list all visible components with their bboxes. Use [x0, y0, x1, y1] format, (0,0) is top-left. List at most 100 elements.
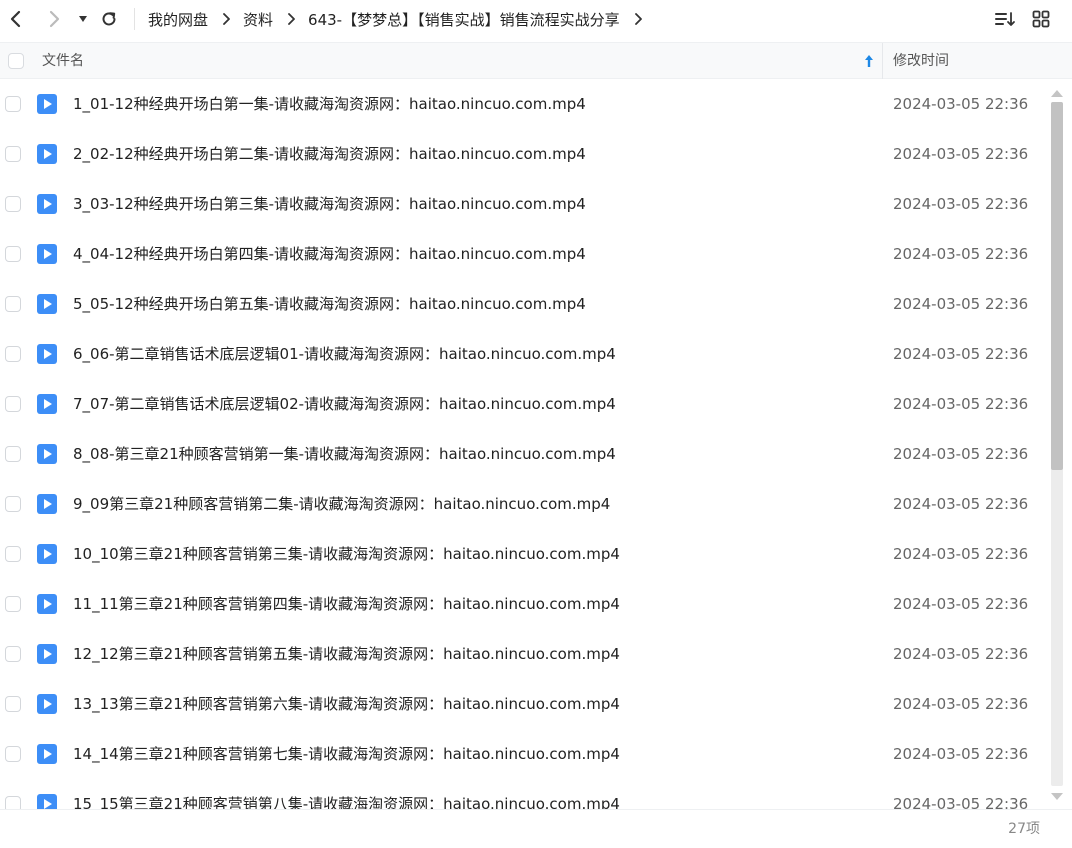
forward-button[interactable] [41, 6, 67, 32]
video-file-icon [37, 644, 57, 664]
chevron-right-icon [222, 13, 231, 25]
grid-view-button[interactable] [1028, 6, 1054, 32]
file-modified-time: 2024-03-05 22:36 [893, 145, 1029, 163]
file-name[interactable]: 14_14第三章21种顾客营销第七集-请收藏海淘资源网：haitao.nincu… [73, 729, 620, 779]
file-row[interactable]: 11_11第三章21种顾客营销第四集-请收藏海淘资源网：haitao.nincu… [0, 579, 1048, 629]
file-modified-time: 2024-03-05 22:36 [893, 795, 1029, 809]
row-checkbox[interactable] [5, 196, 21, 212]
back-button[interactable] [3, 6, 29, 32]
file-name[interactable]: 9_09第三章21种顾客营销第二集-请收藏海淘资源网：haitao.nincuo… [73, 479, 610, 529]
chevron-right-icon [634, 13, 643, 25]
file-name[interactable]: 5_05-12种经典开场白第五集-请收藏海淘资源网：haitao.nincuo.… [73, 279, 586, 329]
file-row[interactable]: 14_14第三章21种顾客营销第七集-请收藏海淘资源网：haitao.nincu… [0, 729, 1048, 779]
file-modified-time: 2024-03-05 22:36 [893, 345, 1029, 363]
video-file-icon [37, 744, 57, 764]
file-modified-time: 2024-03-05 22:36 [893, 245, 1029, 263]
row-checkbox[interactable] [5, 746, 21, 762]
file-name[interactable]: 15_15第三章21种顾客营销第八集-请收藏海淘资源网：haitao.nincu… [73, 779, 620, 809]
item-count: 27项 [1008, 821, 1040, 837]
row-checkbox[interactable] [5, 546, 21, 562]
file-modified-time: 2024-03-05 22:36 [893, 645, 1029, 663]
file-modified-time: 2024-03-05 22:36 [893, 695, 1029, 713]
row-checkbox[interactable] [5, 446, 21, 462]
video-file-icon [37, 444, 57, 464]
video-file-icon [37, 794, 57, 809]
top-navigation-bar: 我的网盘 资料 643-【梦梦总】【销售实战】销售流程实战分享 [0, 0, 1072, 38]
column-header-filename[interactable]: 文件名 [42, 43, 84, 79]
row-checkbox[interactable] [5, 396, 21, 412]
file-row[interactable]: 15_15第三章21种顾客营销第八集-请收藏海淘资源网：haitao.nincu… [0, 779, 1048, 809]
row-checkbox[interactable] [5, 346, 21, 362]
video-file-icon [37, 594, 57, 614]
sort-button[interactable] [992, 6, 1018, 32]
scroll-down-arrow-icon[interactable] [1049, 790, 1065, 804]
file-name[interactable]: 2_02-12种经典开场白第二集-请收藏海淘资源网：haitao.nincuo.… [73, 129, 586, 179]
file-modified-time: 2024-03-05 22:36 [893, 395, 1029, 413]
row-checkbox[interactable] [5, 146, 21, 162]
file-list: 1_01-12种经典开场白第一集-请收藏海淘资源网：haitao.nincuo.… [0, 79, 1048, 809]
file-name[interactable]: 8_08-第三章21种顾客营销第一集-请收藏海淘资源网：haitao.nincu… [73, 429, 616, 479]
file-name[interactable]: 4_04-12种经典开场白第四集-请收藏海淘资源网：haitao.nincuo.… [73, 229, 586, 279]
row-checkbox[interactable] [5, 296, 21, 312]
file-row[interactable]: 6_06-第二章销售话术底层逻辑01-请收藏海淘资源网：haitao.nincu… [0, 329, 1048, 379]
refresh-icon [102, 12, 116, 26]
file-row[interactable]: 12_12第三章21种顾客营销第五集-请收藏海淘资源网：haitao.nincu… [0, 629, 1048, 679]
file-modified-time: 2024-03-05 22:36 [893, 445, 1029, 463]
scroll-up-arrow-icon[interactable] [1049, 86, 1065, 100]
chevron-right-icon [49, 10, 60, 28]
row-checkbox[interactable] [5, 696, 21, 712]
column-header: 文件名 修改时间 [0, 42, 1072, 79]
row-checkbox[interactable] [5, 796, 21, 809]
history-dropdown-button[interactable] [70, 6, 96, 32]
file-name[interactable]: 7_07-第二章销售话术底层逻辑02-请收藏海淘资源网：haitao.nincu… [73, 379, 616, 429]
file-row[interactable]: 7_07-第二章销售话术底层逻辑02-请收藏海淘资源网：haitao.nincu… [0, 379, 1048, 429]
column-divider[interactable] [882, 43, 883, 79]
file-name[interactable]: 3_03-12种经典开场白第三集-请收藏海淘资源网：haitao.nincuo.… [73, 179, 586, 229]
file-row[interactable]: 13_13第三章21种顾客营销第六集-请收藏海淘资源网：haitao.nincu… [0, 679, 1048, 729]
video-file-icon [37, 94, 57, 114]
video-file-icon [37, 344, 57, 364]
file-modified-time: 2024-03-05 22:36 [893, 545, 1029, 563]
breadcrumb-item-materials[interactable]: 资料 [243, 9, 273, 30]
row-checkbox[interactable] [5, 246, 21, 262]
file-row[interactable]: 9_09第三章21种顾客营销第二集-请收藏海淘资源网：haitao.nincuo… [0, 479, 1048, 529]
breadcrumb: 我的网盘 资料 643-【梦梦总】【销售实战】销售流程实战分享 [148, 0, 655, 38]
file-name[interactable]: 13_13第三章21种顾客营销第六集-请收藏海淘资源网：haitao.nincu… [73, 679, 620, 729]
file-modified-time: 2024-03-05 22:36 [893, 745, 1029, 763]
file-row[interactable]: 1_01-12种经典开场白第一集-请收藏海淘资源网：haitao.nincuo.… [0, 79, 1048, 129]
file-name[interactable]: 10_10第三章21种顾客营销第三集-请收藏海淘资源网：haitao.nincu… [73, 529, 620, 579]
caret-down-icon [79, 16, 87, 22]
video-file-icon [37, 494, 57, 514]
row-checkbox[interactable] [5, 646, 21, 662]
column-header-modified[interactable]: 修改时间 [893, 43, 949, 79]
file-row[interactable]: 8_08-第三章21种顾客营销第一集-请收藏海淘资源网：haitao.nincu… [0, 429, 1048, 479]
file-row[interactable]: 3_03-12种经典开场白第三集-请收藏海淘资源网：haitao.nincuo.… [0, 179, 1048, 229]
toolbar-divider [134, 8, 135, 30]
video-file-icon [37, 294, 57, 314]
file-row[interactable]: 4_04-12种经典开场白第四集-请收藏海淘资源网：haitao.nincuo.… [0, 229, 1048, 279]
video-file-icon [37, 544, 57, 564]
scrollbar-thumb[interactable] [1051, 102, 1063, 470]
breadcrumb-item-current-folder[interactable]: 643-【梦梦总】【销售实战】销售流程实战分享 [308, 9, 620, 30]
refresh-button[interactable] [96, 6, 122, 32]
file-name[interactable]: 6_06-第二章销售话术底层逻辑01-请收藏海淘资源网：haitao.nincu… [73, 329, 616, 379]
select-all-checkbox[interactable] [8, 53, 24, 69]
file-modified-time: 2024-03-05 22:36 [893, 495, 1029, 513]
breadcrumb-item-my-drive[interactable]: 我的网盘 [148, 9, 208, 30]
video-file-icon [37, 244, 57, 264]
file-row[interactable]: 5_05-12种经典开场白第五集-请收藏海淘资源网：haitao.nincuo.… [0, 279, 1048, 329]
video-file-icon [37, 694, 57, 714]
file-name[interactable]: 12_12第三章21种顾客营销第五集-请收藏海淘资源网：haitao.nincu… [73, 629, 620, 679]
chevron-right-icon [287, 13, 296, 25]
file-row[interactable]: 2_02-12种经典开场白第二集-请收藏海淘资源网：haitao.nincuo.… [0, 129, 1048, 179]
status-bar: 27项 [0, 809, 1072, 841]
file-name[interactable]: 11_11第三章21种顾客营销第四集-请收藏海淘资源网：haitao.nincu… [73, 579, 620, 629]
sort-ascending-icon[interactable] [863, 53, 875, 69]
row-checkbox[interactable] [5, 596, 21, 612]
video-file-icon [37, 144, 57, 164]
grid-view-icon [1032, 10, 1050, 28]
row-checkbox[interactable] [5, 496, 21, 512]
file-name[interactable]: 1_01-12种经典开场白第一集-请收藏海淘资源网：haitao.nincuo.… [73, 79, 586, 129]
file-row[interactable]: 10_10第三章21种顾客营销第三集-请收藏海淘资源网：haitao.nincu… [0, 529, 1048, 579]
row-checkbox[interactable] [5, 96, 21, 112]
